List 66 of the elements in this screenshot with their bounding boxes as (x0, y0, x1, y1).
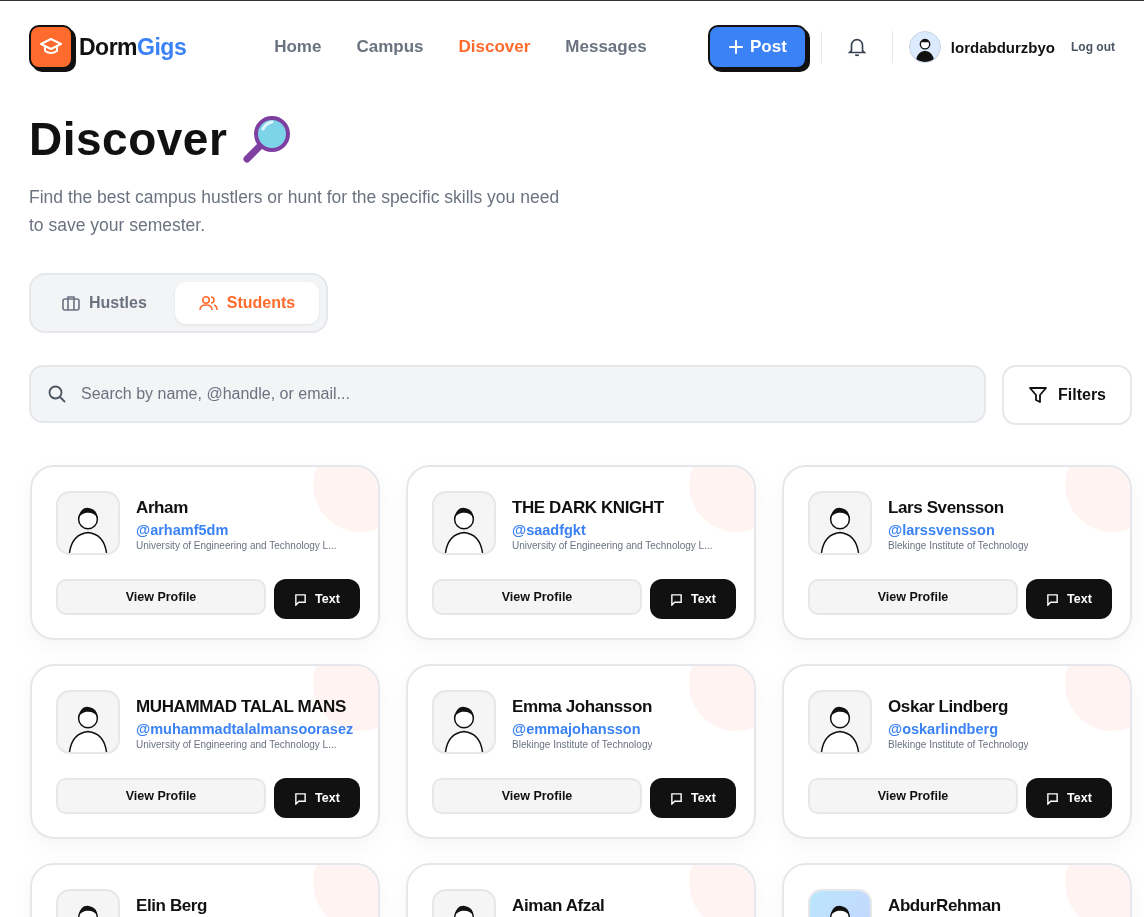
chat-icon (294, 592, 308, 606)
student-university: University of Engineering and Technology L... (136, 540, 337, 551)
chat-icon (670, 791, 684, 805)
tab[interactable]: Hustles (38, 282, 171, 324)
text-button[interactable]: Text (1026, 579, 1112, 619)
student-handle: @arhamf5dm (136, 522, 230, 538)
chat-icon (670, 592, 684, 606)
student-name: Oskar Lindberg (888, 696, 1010, 718)
view-profile-button[interactable]: View Profile (56, 778, 266, 814)
user-avatar[interactable] (908, 31, 941, 63)
text-button[interactable]: Text (274, 778, 360, 818)
avatar-illustration (56, 690, 120, 754)
student-handle: @emmajohansson (512, 721, 642, 737)
student-name: Aiman Afzal (512, 895, 605, 917)
logo-icon[interactable] (29, 25, 73, 69)
view-profile-button[interactable]: View Profile (56, 579, 266, 615)
chat-icon (1046, 791, 1060, 805)
student-name: Elin Berg (136, 895, 208, 917)
student-university: University of Engineering and Technology L... (136, 739, 338, 750)
student-name: Emma Johansson (512, 696, 653, 718)
avatar-illustration (808, 690, 872, 754)
view-profile-button[interactable]: View Profile (808, 579, 1018, 615)
student-university: Blekinge Institute of Technology (888, 739, 1029, 750)
text-button[interactable]: Text (274, 579, 360, 619)
avatar-illustration (432, 690, 496, 754)
filters-button[interactable]: Filters (1002, 365, 1132, 425)
page-title: Discover (29, 112, 228, 167)
people-icon (198, 295, 218, 311)
text-button[interactable]: Text (1026, 778, 1112, 818)
text-button[interactable]: Text (650, 778, 736, 818)
page-subtitle: Find the best campus hustlers or hunt for the specific skills you need to save your semester. (29, 186, 561, 237)
nav-link[interactable]: Messages (565, 37, 647, 57)
student-handle: @saadfgkt (512, 522, 587, 538)
view-profile-button[interactable]: View Profile (432, 579, 642, 615)
nav-link[interactable]: Campus (356, 37, 424, 57)
view-profile-button[interactable]: View Profile (432, 778, 642, 814)
student-handle: @oskarlindberg (888, 721, 1000, 737)
view-profile-button[interactable]: View Profile (808, 778, 1018, 814)
student-university: Blekinge Institute of Technology (512, 739, 653, 750)
avatar-illustration (432, 491, 496, 555)
student-name: AbdurRehman (888, 895, 1001, 917)
chat-icon (1046, 592, 1060, 606)
bell-icon[interactable] (845, 36, 868, 58)
logo-text[interactable]: DormGigs (79, 33, 187, 61)
avatar-illustration (56, 491, 120, 555)
filter-icon (1028, 385, 1048, 405)
student-name: Arham (136, 497, 189, 519)
search-field[interactable]: Search by name, @handle, or email... (29, 365, 986, 423)
search-icon (47, 384, 67, 404)
student-university: Blekinge Institute of Technology (888, 540, 1029, 551)
student-name: Lars Svensson (888, 497, 1005, 519)
nav-link[interactable]: Home (274, 37, 322, 57)
plus-icon (728, 39, 744, 55)
student-name: THE DARK KNIGHT (512, 497, 665, 519)
student-handle: @muhammadtalalmansoorasez (136, 721, 354, 737)
chat-icon (294, 791, 308, 805)
student-handle: @larssvensson (888, 522, 996, 538)
text-button[interactable]: Text (650, 579, 736, 619)
briefcase-icon (62, 295, 80, 311)
search-input[interactable]: Search by name, @handle, or email... (79, 384, 968, 404)
student-name: MUHAMMAD TALAL MANS (136, 696, 347, 718)
post-button[interactable]: Post (708, 25, 807, 69)
logout-link[interactable]: Log out (1071, 40, 1115, 54)
avatar-illustration (808, 491, 872, 555)
username[interactable]: lordabdurzbyo (950, 38, 1055, 56)
student-university: University of Engineering and Technology L... (512, 540, 713, 551)
